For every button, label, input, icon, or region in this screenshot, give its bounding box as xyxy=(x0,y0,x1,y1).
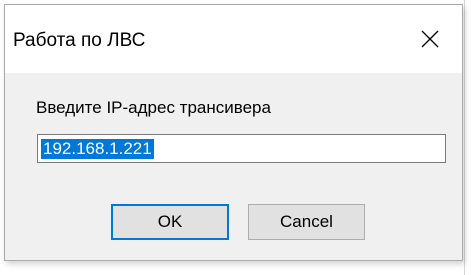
ip-address-value: 192.168.1.221 xyxy=(41,139,154,159)
ip-address-input[interactable]: 192.168.1.221 xyxy=(37,134,446,163)
lan-dialog: Работа по ЛВС Введите IP-адрес трансивер… xyxy=(4,4,463,261)
cancel-button[interactable]: Cancel xyxy=(248,204,365,240)
ok-button[interactable]: OK xyxy=(111,204,229,240)
ip-prompt-label: Введите IP-адрес трансивера xyxy=(36,98,271,117)
dialog-title: Работа по ЛВС xyxy=(13,30,146,51)
close-button[interactable] xyxy=(406,19,454,59)
title-bar[interactable]: Работа по ЛВС xyxy=(5,5,462,73)
background-window-edge xyxy=(464,0,473,275)
close-icon xyxy=(421,30,439,48)
